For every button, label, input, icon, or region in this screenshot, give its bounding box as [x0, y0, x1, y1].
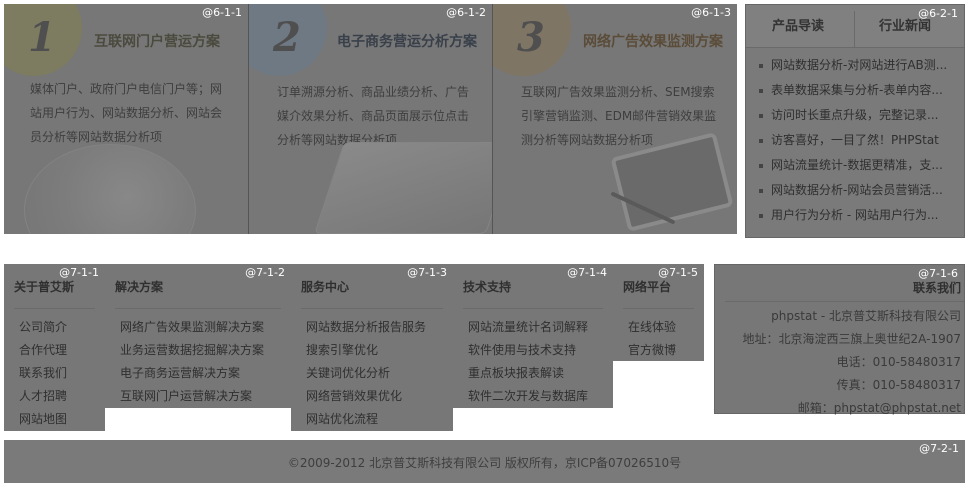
module-tag: @7-1-5: [658, 266, 698, 279]
phone: 电话：010-58480317: [836, 355, 961, 369]
footer-col-title: 关于普艾斯: [14, 280, 75, 294]
footer-col-support: 技术支持 网站流量统计名词解释 软件使用与技术支持 重点板块报表解读 软件二次开…: [453, 264, 613, 408]
divider: [725, 301, 964, 302]
contact-info: phpstat - 北京普艾斯科技有限公司 地址：北京海淀西三旗上奥世纪2A-1…: [743, 305, 961, 420]
copyright-text: ©2009-2012 北京普艾斯科技有限公司 版权所有，京ICP备0702651…: [287, 456, 682, 470]
footer-link[interactable]: 网络广告效果监测解决方案: [120, 316, 264, 339]
list-item[interactable]: 访问时长重点升级，完整记录...: [756, 103, 960, 128]
list-item[interactable]: 网站数据分析-对网站进行AB测...: [756, 53, 960, 78]
footer-link[interactable]: 搜索引擎优化: [306, 339, 426, 362]
module-tag: @6-1-3: [691, 6, 731, 19]
solution-title[interactable]: 网络广告效果监测方案: [583, 31, 723, 51]
module-tag: @7-1-1: [59, 266, 99, 279]
footer-col-about: 关于普艾斯 公司简介 合作代理 联系我们 人才招聘 网站地图 @7-1-1: [4, 264, 105, 431]
footer-link[interactable]: 网站地图: [19, 408, 67, 431]
divider: [463, 308, 603, 309]
solution-panel-portal[interactable]: 1 互联网门户营运方案 媒体门户、政府门户电信门户等；网站用户行为、网站数据分析…: [4, 4, 249, 234]
laptop-illustration-icon: [314, 142, 492, 234]
footer-col-contact: 联系我们 phpstat - 北京普艾斯科技有限公司 地址：北京海淀西三旗上奥世…: [714, 264, 965, 415]
solution-panel-ecommerce[interactable]: 2 电子商务营运分析方案 订单溯源分析、商品业绩分析、广告媒介效果分析、商品页面…: [249, 4, 493, 234]
footer-col-title: 解决方案: [115, 280, 164, 294]
footer-col-solutions: 解决方案 网络广告效果监测解决方案 业务运营数据挖掘解决方案 电子商务运营解决方…: [105, 264, 291, 408]
list-item[interactable]: 访客喜好，一目了然！PHPStat: [756, 128, 960, 153]
module-tag: @6-1-2: [446, 6, 486, 19]
module-tag: @7-1-3: [407, 266, 447, 279]
footer-link[interactable]: 在线体验: [628, 316, 676, 339]
module-tag: @6-1-1: [202, 6, 242, 19]
list-item[interactable]: 网站数据分析-网站会员营销活...: [756, 178, 960, 203]
solution-number: 2: [273, 14, 301, 61]
divider: [14, 308, 95, 309]
guide-article-list: 网站数据分析-对网站进行AB测... 表单数据采集与分析-表单内容... 访问时…: [756, 53, 960, 228]
footer-link[interactable]: 网络营销效果优化: [306, 385, 426, 408]
divider: [301, 308, 443, 309]
divider: [115, 308, 281, 309]
module-tag: @7-1-6: [918, 267, 958, 280]
footer-link-list: 在线体验 官方微博: [628, 316, 676, 362]
footer-link[interactable]: 网站优化流程: [306, 408, 426, 431]
footer-link[interactable]: 关键词优化分析: [306, 362, 426, 385]
bullet-icon: [759, 189, 763, 193]
footer-link-list: 网站流量统计名词解释 软件使用与技术支持 重点板块报表解读 软件二次开发与数据库: [468, 316, 588, 408]
solution-title[interactable]: 互联网门户营运方案: [94, 31, 220, 51]
bullet-icon: [759, 114, 763, 118]
module-tag: @7-1-2: [245, 266, 285, 279]
module-tag: @7-1-4: [567, 266, 607, 279]
module-tag: @6-2-1: [918, 7, 958, 20]
footer-link-list: 网络广告效果监测解决方案 业务运营数据挖掘解决方案 电子商务运营解决方案 互联网…: [120, 316, 264, 408]
footer-link[interactable]: 人才招聘: [19, 385, 67, 408]
solution-description: 媒体门户、政府门户电信门户等；网站用户行为、网站数据分析、网站会员分析等网站数据…: [30, 82, 223, 144]
divider: [623, 308, 694, 309]
solution-number: 1: [28, 14, 56, 61]
email-link[interactable]: 邮箱：phpstat@phpstat.net: [743, 397, 961, 420]
footer-link[interactable]: 官方微博: [628, 339, 676, 362]
bullet-icon: [759, 164, 763, 168]
footer-link-list: 网站数据分析报告服务 搜索引擎优化 关键词优化分析 网络营销效果优化 网站优化流…: [306, 316, 426, 431]
bullet-icon: [759, 64, 763, 68]
footer-link[interactable]: 网站数据分析报告服务: [306, 316, 426, 339]
list-item[interactable]: 用户行为分析 - 网站用户行为...: [756, 203, 960, 228]
footer-col-service: 服务中心 网站数据分析报告服务 搜索引擎优化 关键词优化分析 网络营销效果优化 …: [291, 264, 453, 431]
footer-col-platform: 网络平台 在线体验 官方微博 @7-1-5: [613, 264, 704, 361]
address: 地址：北京海淀西三旗上奥世纪2A-1907: [742, 332, 961, 346]
bullet-icon: [759, 89, 763, 93]
solution-number: 3: [517, 14, 545, 61]
footer-col-title: 网络平台: [623, 280, 672, 294]
footer-link[interactable]: 电子商务运营解决方案: [120, 362, 264, 385]
module-tag: @7-2-1: [919, 442, 959, 455]
footer-link[interactable]: 合作代理: [19, 339, 67, 362]
footer-link[interactable]: 网站流量统计名词解释: [468, 316, 588, 339]
bullet-icon: [759, 214, 763, 218]
tab-divider: [854, 11, 855, 47]
solution-panel-advertising[interactable]: 3 网络广告效果监测方案 互联网广告效果监测分析、SEM搜索引擎营销监测、EDM…: [493, 4, 737, 234]
footer-link[interactable]: 业务运营数据挖掘解决方案: [120, 339, 264, 362]
footer-col-title: 联系我们: [912, 281, 961, 295]
tab-product-guide[interactable]: 产品导读: [772, 15, 824, 34]
footer-link[interactable]: 软件二次开发与数据库: [468, 385, 588, 408]
product-guide-panel: 产品导读 行业新闻 网站数据分析-对网站进行AB测... 表单数据采集与分析-表…: [745, 4, 965, 238]
fax: 传真：010-58480317: [836, 378, 961, 392]
footer-link-list: 公司简介 合作代理 联系我们 人才招聘 网站地图: [19, 316, 67, 431]
footer-col-title: 技术支持: [463, 280, 512, 294]
footer-link[interactable]: 联系我们: [19, 362, 67, 385]
footer-link[interactable]: 公司简介: [19, 316, 67, 339]
list-item[interactable]: 网站流量统计-数据更精准，支...: [756, 153, 960, 178]
footer-link[interactable]: 软件使用与技术支持: [468, 339, 588, 362]
footer-link[interactable]: 重点板块报表解读: [468, 362, 588, 385]
solution-title[interactable]: 电子商务营运分析方案: [337, 31, 477, 51]
company-name: phpstat - 北京普艾斯科技有限公司: [771, 309, 961, 323]
bullet-icon: [759, 139, 763, 143]
footer-col-title: 服务中心: [301, 280, 350, 294]
copyright-bar: ©2009-2012 北京普艾斯科技有限公司 版权所有，京ICP备0702651…: [4, 440, 965, 483]
globe-illustration-icon: [24, 144, 196, 234]
list-item[interactable]: 表单数据采集与分析-表单内容...: [756, 78, 960, 103]
footer-link[interactable]: 互联网门户运营解决方案: [120, 385, 264, 408]
